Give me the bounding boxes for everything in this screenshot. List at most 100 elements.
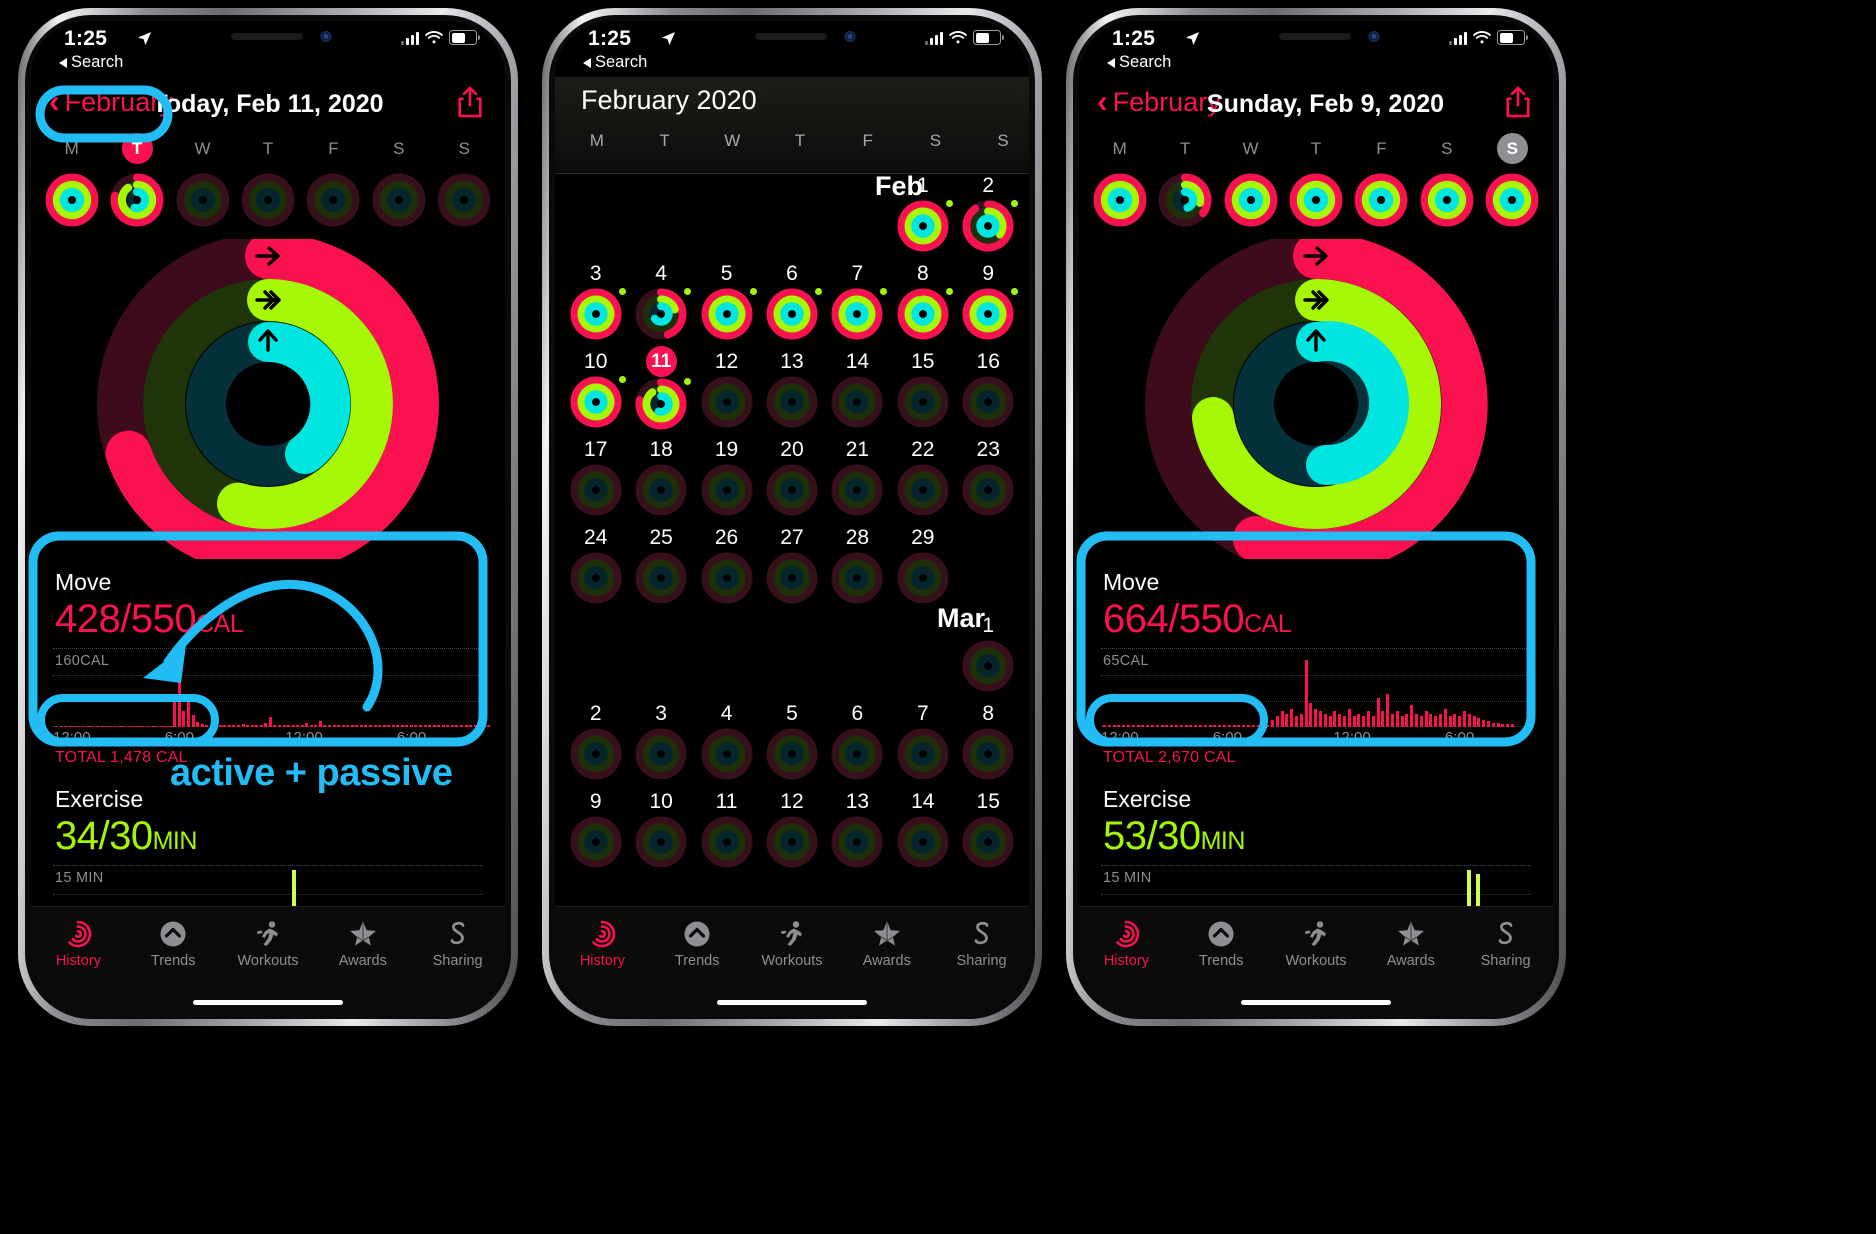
back-to-search-link[interactable]: Search bbox=[59, 53, 123, 72]
weekday-1[interactable]: T bbox=[107, 133, 167, 164]
calendar-day-23[interactable]: 23 bbox=[959, 437, 1017, 525]
calendar-day-11[interactable]: 11 bbox=[632, 346, 692, 437]
calendar-day-10[interactable]: 10 bbox=[632, 789, 690, 877]
mini-ring-1[interactable] bbox=[1157, 172, 1213, 233]
calendar-day-11[interactable]: 11 bbox=[698, 789, 756, 877]
weekday-5[interactable]: S bbox=[1417, 133, 1477, 164]
weekday-3[interactable]: T bbox=[238, 133, 298, 164]
calendar-day-29[interactable]: 29 bbox=[894, 525, 952, 613]
mini-ring-0[interactable] bbox=[1092, 172, 1148, 233]
tab-trends[interactable]: Trends bbox=[1174, 917, 1269, 969]
tab-workouts[interactable]: Workouts bbox=[745, 917, 840, 969]
calendar-day-14[interactable]: 14 bbox=[894, 789, 952, 877]
mini-ring-6[interactable] bbox=[1484, 172, 1540, 233]
tab-history[interactable]: History bbox=[1079, 917, 1174, 969]
tab-awards[interactable]: Awards bbox=[315, 917, 410, 969]
mini-ring-2[interactable] bbox=[1223, 172, 1279, 233]
calendar-day-14[interactable]: 14 bbox=[828, 349, 886, 437]
tab-workouts[interactable]: Workouts bbox=[221, 917, 316, 969]
calendar-day-15[interactable]: 15 bbox=[894, 349, 952, 437]
mini-ring-5[interactable] bbox=[1419, 172, 1475, 233]
calendar-day-6[interactable]: 6 bbox=[828, 701, 886, 789]
calendar-day-22[interactable]: 22 bbox=[894, 437, 952, 525]
mini-ring-1[interactable] bbox=[109, 172, 165, 233]
calendar-day-4[interactable]: 4 bbox=[632, 261, 692, 349]
move-metric-panel-3[interactable]: Move 664/550CAL 65CAL 12:00 6:00 12:00 6:00… bbox=[1079, 569, 1553, 767]
calendar-day-13[interactable]: 13 bbox=[828, 789, 886, 877]
weekday-6[interactable]: S bbox=[1482, 133, 1542, 164]
chart-bar bbox=[419, 725, 422, 727]
calendar-day-16[interactable]: 16 bbox=[959, 349, 1017, 437]
calendar-day-6[interactable]: 6 bbox=[763, 261, 822, 349]
calendar-day-10[interactable]: 10 bbox=[567, 349, 626, 437]
tab-sharing[interactable]: Sharing bbox=[410, 917, 505, 969]
mini-ring-3[interactable] bbox=[1288, 172, 1344, 233]
calendar-day-12[interactable]: 12 bbox=[698, 349, 756, 437]
weekday-2[interactable]: W bbox=[173, 133, 233, 164]
share-icon[interactable] bbox=[457, 85, 483, 119]
calendar-day-7[interactable]: 7 bbox=[894, 701, 952, 789]
calendar-day-21[interactable]: 21 bbox=[828, 437, 886, 525]
calendar-day-9[interactable]: 9 bbox=[567, 789, 625, 877]
mini-ring-6[interactable] bbox=[436, 172, 492, 233]
mini-ring-5[interactable] bbox=[371, 172, 427, 233]
exercise-metric-panel-3[interactable]: Exercise 53/30MIN 15 MIN bbox=[1079, 786, 1553, 926]
back-to-search-link[interactable]: Search bbox=[1107, 53, 1171, 72]
calendar-day-24[interactable]: 24 bbox=[567, 525, 625, 613]
tab-history[interactable]: History bbox=[31, 917, 126, 969]
calendar-day-5[interactable]: 5 bbox=[698, 261, 757, 349]
calendar-day-3[interactable]: 3 bbox=[567, 261, 626, 349]
calendar-day-19[interactable]: 19 bbox=[698, 437, 756, 525]
calendar-day-8[interactable]: 8 bbox=[959, 701, 1017, 789]
tab-trends[interactable]: Trends bbox=[126, 917, 221, 969]
mini-ring-4[interactable] bbox=[1353, 172, 1409, 233]
calendar-day-26[interactable]: 26 bbox=[698, 525, 756, 613]
calendar-day-2[interactable]: 2 bbox=[567, 701, 625, 789]
weekday-4[interactable]: F bbox=[303, 133, 363, 164]
calendar-day-13[interactable]: 13 bbox=[763, 349, 821, 437]
weekday-0[interactable]: M bbox=[1090, 133, 1150, 164]
calendar-day-20[interactable]: 20 bbox=[763, 437, 821, 525]
calendar-day-8[interactable]: 8 bbox=[894, 261, 953, 349]
mini-ring-4[interactable] bbox=[305, 172, 361, 233]
exercise-metric-panel-1[interactable]: Exercise 34/30MIN 15 MIN bbox=[31, 786, 505, 926]
calendar-day-7[interactable]: 7 bbox=[828, 261, 888, 349]
weekday-4[interactable]: F bbox=[1351, 133, 1411, 164]
calendar-day-15[interactable]: 15 bbox=[959, 789, 1017, 877]
move-metric-panel-1[interactable]: Move 428/550CAL 160CAL 12:00 6:00 12:00 6:0… bbox=[31, 569, 505, 767]
tab-trends[interactable]: Trends bbox=[650, 917, 745, 969]
weekday-3[interactable]: T bbox=[1286, 133, 1346, 164]
tab-workouts[interactable]: Workouts bbox=[1269, 917, 1364, 969]
mini-ring-3[interactable] bbox=[240, 172, 296, 233]
mini-ring-0[interactable] bbox=[44, 172, 100, 233]
calendar-day-18[interactable]: 18 bbox=[632, 437, 690, 525]
weekday-label: W bbox=[1242, 139, 1259, 158]
tab-awards[interactable]: Awards bbox=[1363, 917, 1458, 969]
calendar-day-25[interactable]: 25 bbox=[632, 525, 690, 613]
weekday-1[interactable]: T bbox=[1155, 133, 1215, 164]
tab-sharing[interactable]: Sharing bbox=[1458, 917, 1553, 969]
calendar-day-28[interactable]: 28 bbox=[828, 525, 886, 613]
calendar-day-3[interactable]: 3 bbox=[632, 701, 690, 789]
weekday-5[interactable]: S bbox=[369, 133, 429, 164]
weekday-6[interactable]: S bbox=[434, 133, 494, 164]
nav-back-february[interactable]: ‹ February bbox=[1097, 85, 1221, 118]
calendar-day-9[interactable]: 9 bbox=[959, 261, 1019, 349]
share-icon[interactable] bbox=[1505, 85, 1531, 119]
calendar-day-17[interactable]: 17 bbox=[567, 437, 625, 525]
calendar-day-rings bbox=[830, 815, 884, 874]
calendar-day-2[interactable]: 2 bbox=[959, 173, 1019, 261]
back-to-search-link[interactable]: Search bbox=[583, 53, 647, 72]
tab-sharing[interactable]: Sharing bbox=[934, 917, 1029, 969]
calendar-grid[interactable]: 1 2 3 4 5 6 7 8 9 10 11 12 13 14 15 16 1… bbox=[555, 173, 1029, 917]
calendar-day-number: 19 bbox=[714, 438, 739, 461]
weekday-0[interactable]: M bbox=[42, 133, 102, 164]
mini-ring-2[interactable] bbox=[175, 172, 231, 233]
calendar-day-5[interactable]: 5 bbox=[763, 701, 821, 789]
tab-awards[interactable]: Awards bbox=[839, 917, 934, 969]
calendar-day-12[interactable]: 12 bbox=[763, 789, 821, 877]
calendar-day-4[interactable]: 4 bbox=[698, 701, 756, 789]
tab-history[interactable]: History bbox=[555, 917, 650, 969]
weekday-2[interactable]: W bbox=[1221, 133, 1281, 164]
calendar-day-27[interactable]: 27 bbox=[763, 525, 821, 613]
